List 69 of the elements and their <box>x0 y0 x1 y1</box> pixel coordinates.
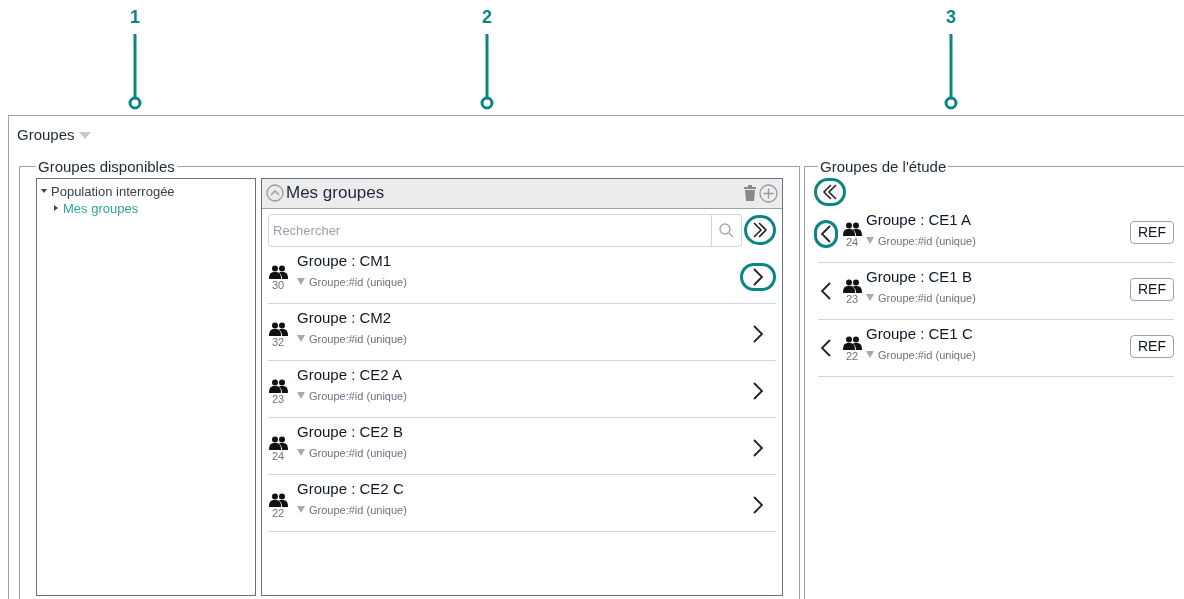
tree-toggle-icon[interactable] <box>53 205 59 211</box>
chevron-right-icon <box>753 381 763 400</box>
chevron-right-icon <box>753 438 763 457</box>
people-icon <box>842 278 862 293</box>
chevron-left-icon <box>821 338 831 357</box>
group-filter: Groupe:#id (unique) <box>309 274 407 290</box>
chevron-right-icon <box>753 267 763 286</box>
group-filter: Groupe:#id (unique) <box>309 388 407 404</box>
callout-number: 2 <box>482 8 492 26</box>
filter-icon <box>866 237 874 245</box>
people-icon <box>268 378 288 393</box>
filter-icon <box>866 351 874 359</box>
member-count: 24 <box>845 235 859 248</box>
ref-button[interactable]: REF <box>1130 334 1174 358</box>
people-icon <box>268 435 288 450</box>
group-filter: Groupe:#id (unique) <box>309 445 407 461</box>
people-icon <box>842 335 862 350</box>
filter-icon <box>297 449 305 457</box>
member-count: 22 <box>845 349 859 362</box>
group-filter: Groupe:#id (unique) <box>309 502 407 518</box>
chevron-right-icon <box>753 495 763 514</box>
double-chevron-right-icon <box>751 222 769 238</box>
group-filter: Groupe:#id (unique) <box>878 347 976 363</box>
group-filter: Groupe:#id (unique) <box>309 331 407 347</box>
tree-toggle-icon[interactable] <box>41 188 47 194</box>
group-name: Groupe : CE2 C <box>297 478 405 499</box>
filter-icon <box>297 392 305 400</box>
remove-button[interactable] <box>814 219 838 248</box>
group-name: Groupe : CE1 B <box>866 266 973 287</box>
add-button[interactable] <box>740 262 776 291</box>
search-field[interactable]: Rechercher <box>268 213 712 247</box>
fieldset-legend: Groupes disponibles <box>36 158 177 174</box>
trash-icon[interactable] <box>743 184 757 202</box>
people-icon <box>268 321 288 336</box>
panel-title: Mes groupes <box>286 182 385 205</box>
double-chevron-left-icon <box>821 183 839 200</box>
filter-icon <box>297 335 305 343</box>
section-title: Groupes <box>17 125 75 145</box>
ref-button[interactable]: REF <box>1130 277 1174 301</box>
group-name: Groupe : CE2 B <box>297 421 404 442</box>
callout-number: 3 <box>946 8 956 26</box>
member-count: 23 <box>845 292 859 305</box>
group-name: Groupe : CM2 <box>297 307 393 328</box>
people-icon <box>268 492 288 507</box>
filter-icon <box>297 278 305 286</box>
group-filter: Groupe:#id (unique) <box>878 233 976 249</box>
group-name: Groupe : CE1 C <box>866 323 974 344</box>
group-filter: Groupe:#id (unique) <box>878 290 976 306</box>
ref-button[interactable]: REF <box>1130 220 1174 244</box>
filter-icon <box>297 506 305 514</box>
tree-item[interactable]: Population interrogée <box>51 182 175 200</box>
callout-number: 1 <box>130 8 140 26</box>
member-count: 22 <box>271 506 285 519</box>
member-count: 24 <box>271 449 285 462</box>
people-icon <box>268 264 288 279</box>
remove-all-button[interactable] <box>814 177 846 206</box>
member-count: 30 <box>271 278 285 291</box>
group-name: Groupe : CM1 <box>297 250 393 271</box>
chevron-left-icon <box>821 224 831 243</box>
member-count: 23 <box>271 392 285 405</box>
people-icon <box>842 221 862 236</box>
add-all-button[interactable] <box>744 215 776 245</box>
filter-icon <box>866 294 874 302</box>
fieldset-legend: Groupes de l'étude <box>818 158 949 174</box>
member-count: 32 <box>271 335 285 348</box>
group-name: Groupe : CE1 A <box>866 209 973 230</box>
chevron-left-icon <box>821 281 831 300</box>
group-name: Groupe : CE2 A <box>297 364 404 385</box>
chevron-right-icon <box>753 324 763 343</box>
